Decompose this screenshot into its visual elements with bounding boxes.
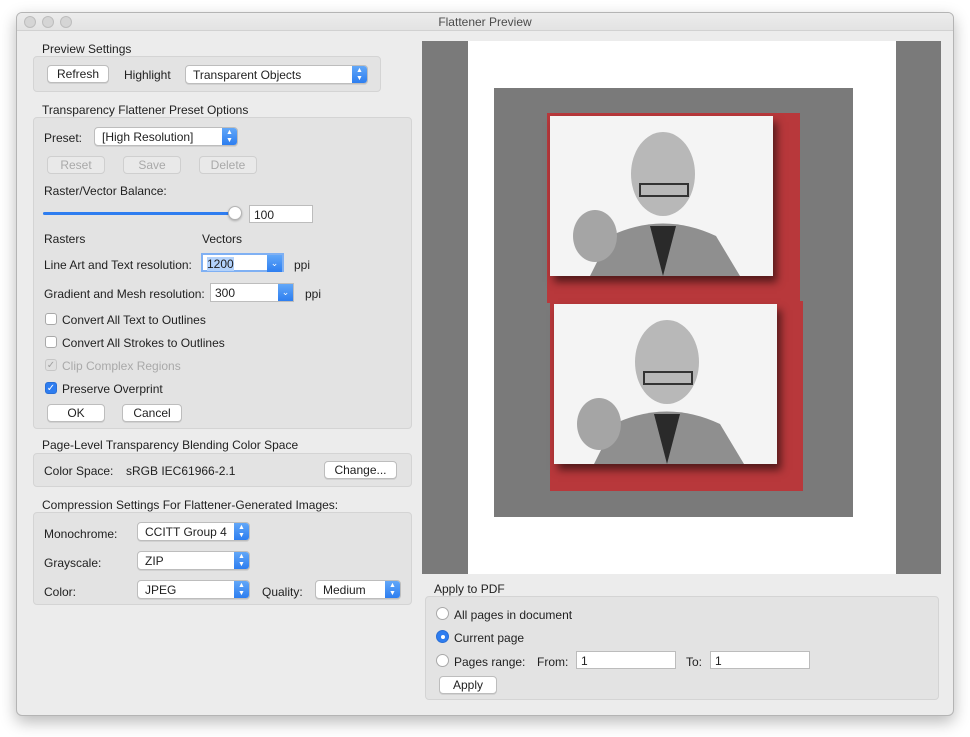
preserve-overprint-label: Preserve Overprint: [62, 382, 163, 396]
refresh-button[interactable]: Refresh: [47, 65, 109, 83]
delete-button[interactable]: Delete: [199, 156, 257, 174]
from-label: From:: [537, 655, 569, 669]
color-label: Color:: [44, 585, 77, 599]
preset-options-heading: Transparency Flattener Preset Options: [42, 103, 249, 117]
cancel-button[interactable]: Cancel: [122, 404, 182, 422]
color-space-label: Color Space:: [44, 464, 114, 478]
preserve-overprint-checkbox[interactable]: ✓: [45, 382, 57, 394]
preset-value: [High Resolution]: [102, 130, 194, 144]
title-bar: Flattener Preview: [17, 13, 953, 31]
monochrome-select[interactable]: CCITT Group 4 ▲ ▼: [137, 522, 250, 541]
pages-range-radio[interactable]: [436, 654, 449, 667]
apply-button[interactable]: Apply: [439, 676, 497, 694]
balance-slider-knob[interactable]: [228, 206, 242, 220]
compression-group: Monochrome: CCITT Group 4 ▲ ▼ Grayscale: …: [33, 512, 412, 605]
portrait-photo: [554, 304, 777, 464]
from-field[interactable]: 1: [576, 651, 676, 669]
convert-strokes-checkbox[interactable]: [45, 336, 57, 348]
from-value: 1: [581, 654, 588, 668]
balance-value-field[interactable]: 100: [249, 205, 313, 223]
save-button[interactable]: Save: [123, 156, 181, 174]
convert-strokes-label: Convert All Strokes to Outlines: [62, 336, 225, 350]
chevron-updown-icon: ▲ ▼: [234, 581, 249, 598]
compression-heading: Compression Settings For Flattener-Gener…: [42, 498, 339, 512]
line-art-resolution-combo[interactable]: 1200 ⌄: [201, 253, 284, 272]
preview-page: [468, 41, 896, 574]
preview-settings-heading: Preview Settings: [42, 42, 132, 56]
line-art-label: Line Art and Text resolution:: [44, 258, 192, 272]
all-pages-label: All pages in document: [454, 608, 573, 622]
to-label: To:: [686, 655, 703, 669]
change-color-space-button[interactable]: Change...: [324, 461, 397, 479]
clip-complex-label: Clip Complex Regions: [62, 359, 181, 373]
quality-label: Quality:: [262, 585, 303, 599]
chevron-updown-icon: ▲ ▼: [385, 581, 400, 598]
blending-heading: Page-Level Transparency Blending Color S…: [42, 438, 299, 452]
to-value: 1: [715, 654, 722, 668]
convert-text-checkbox[interactable]: [45, 313, 57, 325]
preset-options-group: Preset: [High Resolution] ▲ ▼ Reset Save …: [33, 117, 412, 429]
line-art-unit: ppi: [294, 258, 311, 272]
pages-range-label: Pages range:: [454, 655, 526, 669]
color-space-value: sRGB IEC61966-2.1: [126, 464, 236, 478]
current-page-label: Current page: [454, 631, 525, 645]
clip-complex-checkbox[interactable]: ✓: [45, 359, 57, 371]
chevron-updown-icon: ▲ ▼: [234, 523, 249, 540]
ok-button[interactable]: OK: [47, 404, 105, 422]
preset-select[interactable]: [High Resolution] ▲ ▼: [94, 127, 238, 146]
all-pages-radio[interactable]: [436, 607, 449, 620]
chevron-updown-icon: ▲ ▼: [222, 128, 237, 145]
gradient-unit: ppi: [305, 287, 322, 301]
preset-label: Preset:: [44, 131, 83, 145]
highlight-value: Transparent Objects: [193, 68, 302, 82]
balance-slider-fill: [43, 212, 235, 215]
rasters-label: Rasters: [44, 232, 86, 246]
apply-to-pdf-heading: Apply to PDF: [434, 582, 505, 596]
gradient-resolution-combo[interactable]: 300 ⌄: [210, 283, 294, 302]
to-field[interactable]: 1: [710, 651, 810, 669]
convert-text-label: Convert All Text to Outlines: [62, 313, 206, 327]
blending-group: Color Space: sRGB IEC61966-2.1 Change...: [33, 453, 412, 487]
current-page-radio[interactable]: [436, 630, 449, 643]
reset-button[interactable]: Reset: [47, 156, 105, 174]
balance-value: 100: [254, 208, 275, 222]
apply-to-pdf-group: All pages in document Current page Pages…: [425, 596, 939, 700]
quality-select[interactable]: Medium ▲ ▼: [315, 580, 401, 599]
window-title: Flattener Preview: [438, 15, 532, 29]
line-art-value: 1200: [207, 257, 234, 271]
grayscale-label: Grayscale:: [44, 556, 102, 570]
preview-pane[interactable]: [422, 41, 941, 574]
flattener-preview-window: Flattener Preview Preview Settings Refre…: [16, 12, 954, 716]
chevron-updown-icon: ▲ ▼: [352, 66, 367, 83]
portrait-photo: [550, 116, 773, 276]
chevron-updown-icon: ▲ ▼: [234, 552, 249, 569]
preview-settings-group: Refresh Highlight Transparent Objects ▲ ▼: [33, 56, 381, 92]
monochrome-label: Monochrome:: [44, 527, 118, 541]
grayscale-value: ZIP: [145, 554, 164, 568]
color-value: JPEG: [145, 583, 177, 597]
gradient-label: Gradient and Mesh resolution:: [44, 287, 205, 301]
preview-highlight-region: [494, 88, 853, 517]
gradient-value: 300: [215, 286, 236, 300]
grayscale-select[interactable]: ZIP ▲ ▼: [137, 551, 250, 570]
monochrome-value: CCITT Group 4: [145, 525, 227, 539]
balance-slider-track[interactable]: [43, 206, 242, 220]
balance-label: Raster/Vector Balance:: [44, 184, 167, 198]
chevron-down-icon: ⌄: [267, 255, 282, 272]
highlight-label: Highlight: [124, 68, 171, 82]
chevron-down-icon: ⌄: [278, 284, 293, 301]
quality-value: Medium: [323, 583, 366, 597]
color-compression-select[interactable]: JPEG ▲ ▼: [137, 580, 250, 599]
vectors-label: Vectors: [202, 232, 243, 246]
highlight-select[interactable]: Transparent Objects ▲ ▼: [185, 65, 368, 84]
